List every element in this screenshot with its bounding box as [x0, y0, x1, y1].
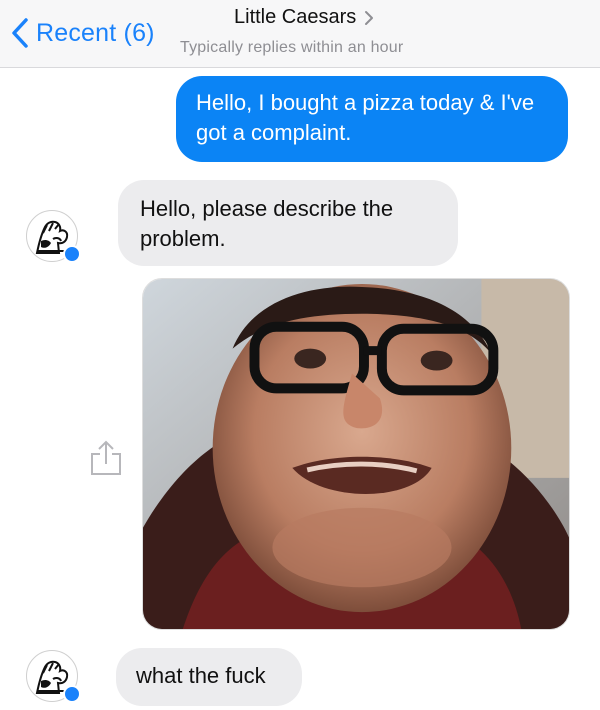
- chevron-right-icon: [365, 10, 374, 25]
- back-label: Recent (6): [36, 18, 155, 47]
- message-bubble-incoming[interactable]: what the fuck: [116, 648, 302, 706]
- contact-name: Little Caesars: [234, 6, 357, 28]
- messenger-badge-icon: [63, 245, 81, 263]
- share-icon[interactable]: [88, 438, 124, 478]
- response-status: Typically replies within an hour: [180, 39, 404, 56]
- message-bubble-incoming[interactable]: Hello, please describe the problem.: [118, 180, 458, 266]
- contact-info[interactable]: Little Caesars Typically replies within …: [180, 6, 486, 57]
- messenger-badge-icon: [63, 685, 81, 703]
- chat-header: Recent (6) Little Caesars Typically repl…: [0, 0, 600, 68]
- contact-avatar[interactable]: [26, 210, 81, 263]
- message-photo[interactable]: [142, 278, 570, 630]
- back-button[interactable]: Recent (6): [10, 16, 155, 50]
- chevron-left-icon: [12, 18, 28, 48]
- message-bubble-outgoing[interactable]: Hello, I bought a pizza today & I've got…: [176, 76, 568, 162]
- contact-avatar[interactable]: [26, 650, 81, 703]
